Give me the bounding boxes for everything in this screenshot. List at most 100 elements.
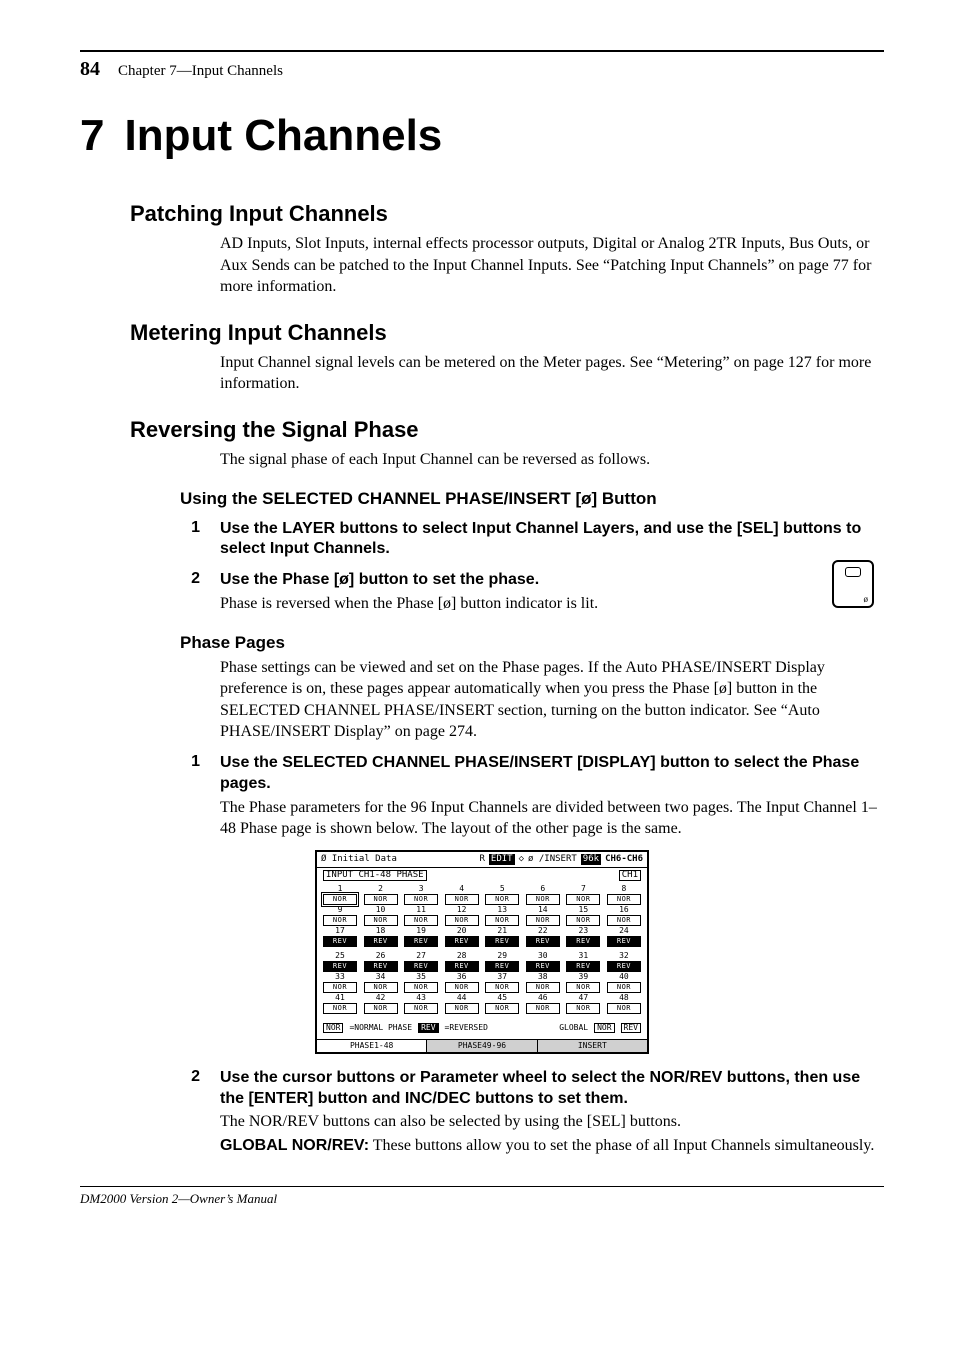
step-2: 2 Use the Phase [ø] button to set the ph… xyxy=(180,570,884,614)
lcd-phase-button[interactable]: NOR xyxy=(526,915,560,926)
legend-nor-text: =NORMAL PHASE xyxy=(349,1024,412,1032)
lcd-phase-button[interactable]: NOR xyxy=(485,915,519,926)
lcd-tab[interactable]: PHASE49-96 xyxy=(427,1040,537,1052)
lcd-phase-button[interactable]: REV xyxy=(323,936,357,947)
lcd-channel-cell: 38NOR xyxy=(526,973,560,993)
lcd-phase-button[interactable]: NOR xyxy=(364,982,398,993)
lcd-channel-number: 24 xyxy=(607,927,641,935)
lcd-phase-button[interactable]: NOR xyxy=(323,1003,357,1014)
lcd-phase-button[interactable]: REV xyxy=(404,961,438,972)
lcd-phase-button[interactable]: NOR xyxy=(607,894,641,905)
lcd-96k-badge: 96k xyxy=(581,854,601,865)
lcd-tab[interactable]: INSERT xyxy=(538,1040,647,1052)
lcd-phase-button[interactable]: NOR xyxy=(485,982,519,993)
global-rev-button[interactable]: REV xyxy=(621,1023,641,1033)
lcd-phase-button[interactable]: REV xyxy=(364,961,398,972)
lcd-phase-button[interactable]: NOR xyxy=(445,1003,479,1014)
lcd-tab[interactable]: PHASE1-48 xyxy=(317,1040,427,1052)
lcd-channel-cell: 3NOR xyxy=(404,885,438,905)
lcd-channel-number: 5 xyxy=(485,885,519,893)
lcd-phase-button[interactable]: REV xyxy=(566,961,600,972)
body-metering: Input Channel signal levels can be meter… xyxy=(220,352,884,395)
lcd-phase-button[interactable]: NOR xyxy=(566,1003,600,1014)
lcd-channel-number: 43 xyxy=(404,994,438,1002)
lcd-phase-button[interactable]: NOR xyxy=(404,915,438,926)
lcd-phase-button[interactable]: NOR xyxy=(526,982,560,993)
lcd-channel-number: 6 xyxy=(526,885,560,893)
lcd-channel-cell: 16NOR xyxy=(607,906,641,926)
lcd-phase-button[interactable]: NOR xyxy=(607,982,641,993)
lcd-phase-button[interactable]: REV xyxy=(323,961,357,972)
lcd-phase-button[interactable]: REV xyxy=(526,961,560,972)
lcd-channel-number: 15 xyxy=(566,906,600,914)
lcd-phase-button[interactable]: REV xyxy=(485,936,519,947)
lcd-channel-cell: 41NOR xyxy=(323,994,357,1014)
lcd-phase-button[interactable]: NOR xyxy=(364,894,398,905)
lcd-channel-number: 22 xyxy=(526,927,560,935)
lcd-channel-number: 3 xyxy=(404,885,438,893)
lcd-diamond-icon: ◇ xyxy=(519,855,524,864)
lcd-channel-cell: 14NOR xyxy=(526,906,560,926)
lcd-channel-number: 34 xyxy=(364,973,398,981)
phase-button-illustration: ø xyxy=(832,560,874,608)
lcd-channel-cell: 17REV xyxy=(323,927,357,947)
lcd-phase-button[interactable]: REV xyxy=(445,936,479,947)
lcd-channel-number: 48 xyxy=(607,994,641,1002)
lcd-phase-button[interactable]: NOR xyxy=(526,894,560,905)
lcd-phase-button[interactable]: REV xyxy=(526,936,560,947)
lcd-phase-button[interactable]: NOR xyxy=(445,915,479,926)
lcd-phase-button[interactable]: NOR xyxy=(323,915,357,926)
legend-nor-tag: NOR xyxy=(323,1023,343,1033)
step-2b: 2 Use the cursor buttons or Parameter wh… xyxy=(180,1068,884,1157)
lcd-channel-cell: 25REV xyxy=(323,952,357,972)
lcd-phase-button[interactable]: NOR xyxy=(445,894,479,905)
lcd-phase-button[interactable]: REV xyxy=(445,961,479,972)
step-number: 2 xyxy=(180,570,200,614)
lcd-channel-number: 1 xyxy=(323,885,357,893)
lcd-phase-button[interactable]: NOR xyxy=(607,915,641,926)
lcd-channel-cell: 24REV xyxy=(607,927,641,947)
lcd-phase-button[interactable]: NOR xyxy=(566,982,600,993)
chapter-number: 7 xyxy=(80,111,104,161)
lcd-phase-button[interactable]: NOR xyxy=(526,1003,560,1014)
lcd-phase-button[interactable]: NOR xyxy=(323,982,357,993)
lcd-phase-button[interactable]: NOR xyxy=(404,1003,438,1014)
lcd-phase-button[interactable]: NOR xyxy=(566,915,600,926)
lcd-phase-button[interactable]: REV xyxy=(607,961,641,972)
lcd-channel-number: 45 xyxy=(485,994,519,1002)
lcd-phase-button[interactable]: NOR xyxy=(364,915,398,926)
lcd-phase-button[interactable]: REV xyxy=(364,936,398,947)
lcd-phase-button[interactable]: NOR xyxy=(404,894,438,905)
step-number: 1 xyxy=(180,519,200,561)
lcd-phase-button[interactable]: NOR xyxy=(445,982,479,993)
lcd-channel-number: 32 xyxy=(607,952,641,960)
lcd-phase-button[interactable]: NOR xyxy=(607,1003,641,1014)
lcd-phase-button[interactable]: NOR xyxy=(364,1003,398,1014)
lcd-channel-number: 25 xyxy=(323,952,357,960)
lcd-phase-button[interactable]: NOR xyxy=(323,894,357,905)
lcd-channel-number: 37 xyxy=(485,973,519,981)
lcd-channel-number: 36 xyxy=(445,973,479,981)
lcd-channel-number: 28 xyxy=(445,952,479,960)
lcd-channel-cell: 1NOR xyxy=(323,885,357,905)
lcd-phase-button[interactable]: NOR xyxy=(485,894,519,905)
lcd-channel-cell: 15NOR xyxy=(566,906,600,926)
lcd-phase-button[interactable]: REV xyxy=(485,961,519,972)
lcd-channel-cell: 7NOR xyxy=(566,885,600,905)
lcd-channel-number: 19 xyxy=(404,927,438,935)
step-lead: Use the cursor buttons or Parameter whee… xyxy=(220,1068,884,1110)
lcd-channel-cell: 42NOR xyxy=(364,994,398,1014)
section-heading-patching: Patching Input Channels xyxy=(130,201,884,227)
lcd-phase-button[interactable]: REV xyxy=(404,936,438,947)
lcd-channel-cell: 12NOR xyxy=(445,906,479,926)
lcd-phase-button[interactable]: NOR xyxy=(404,982,438,993)
lcd-channel-number: 12 xyxy=(445,906,479,914)
lcd-phase-button[interactable]: REV xyxy=(566,936,600,947)
lcd-channel-number: 30 xyxy=(526,952,560,960)
lcd-phase-button[interactable]: NOR xyxy=(566,894,600,905)
lcd-phase-button[interactable]: REV xyxy=(607,936,641,947)
lcd-channel-cell: 27REV xyxy=(404,952,438,972)
lcd-phase-button[interactable]: NOR xyxy=(485,1003,519,1014)
global-nor-button[interactable]: NOR xyxy=(594,1023,614,1033)
body-reversing-intro: The signal phase of each Input Channel c… xyxy=(220,449,884,471)
